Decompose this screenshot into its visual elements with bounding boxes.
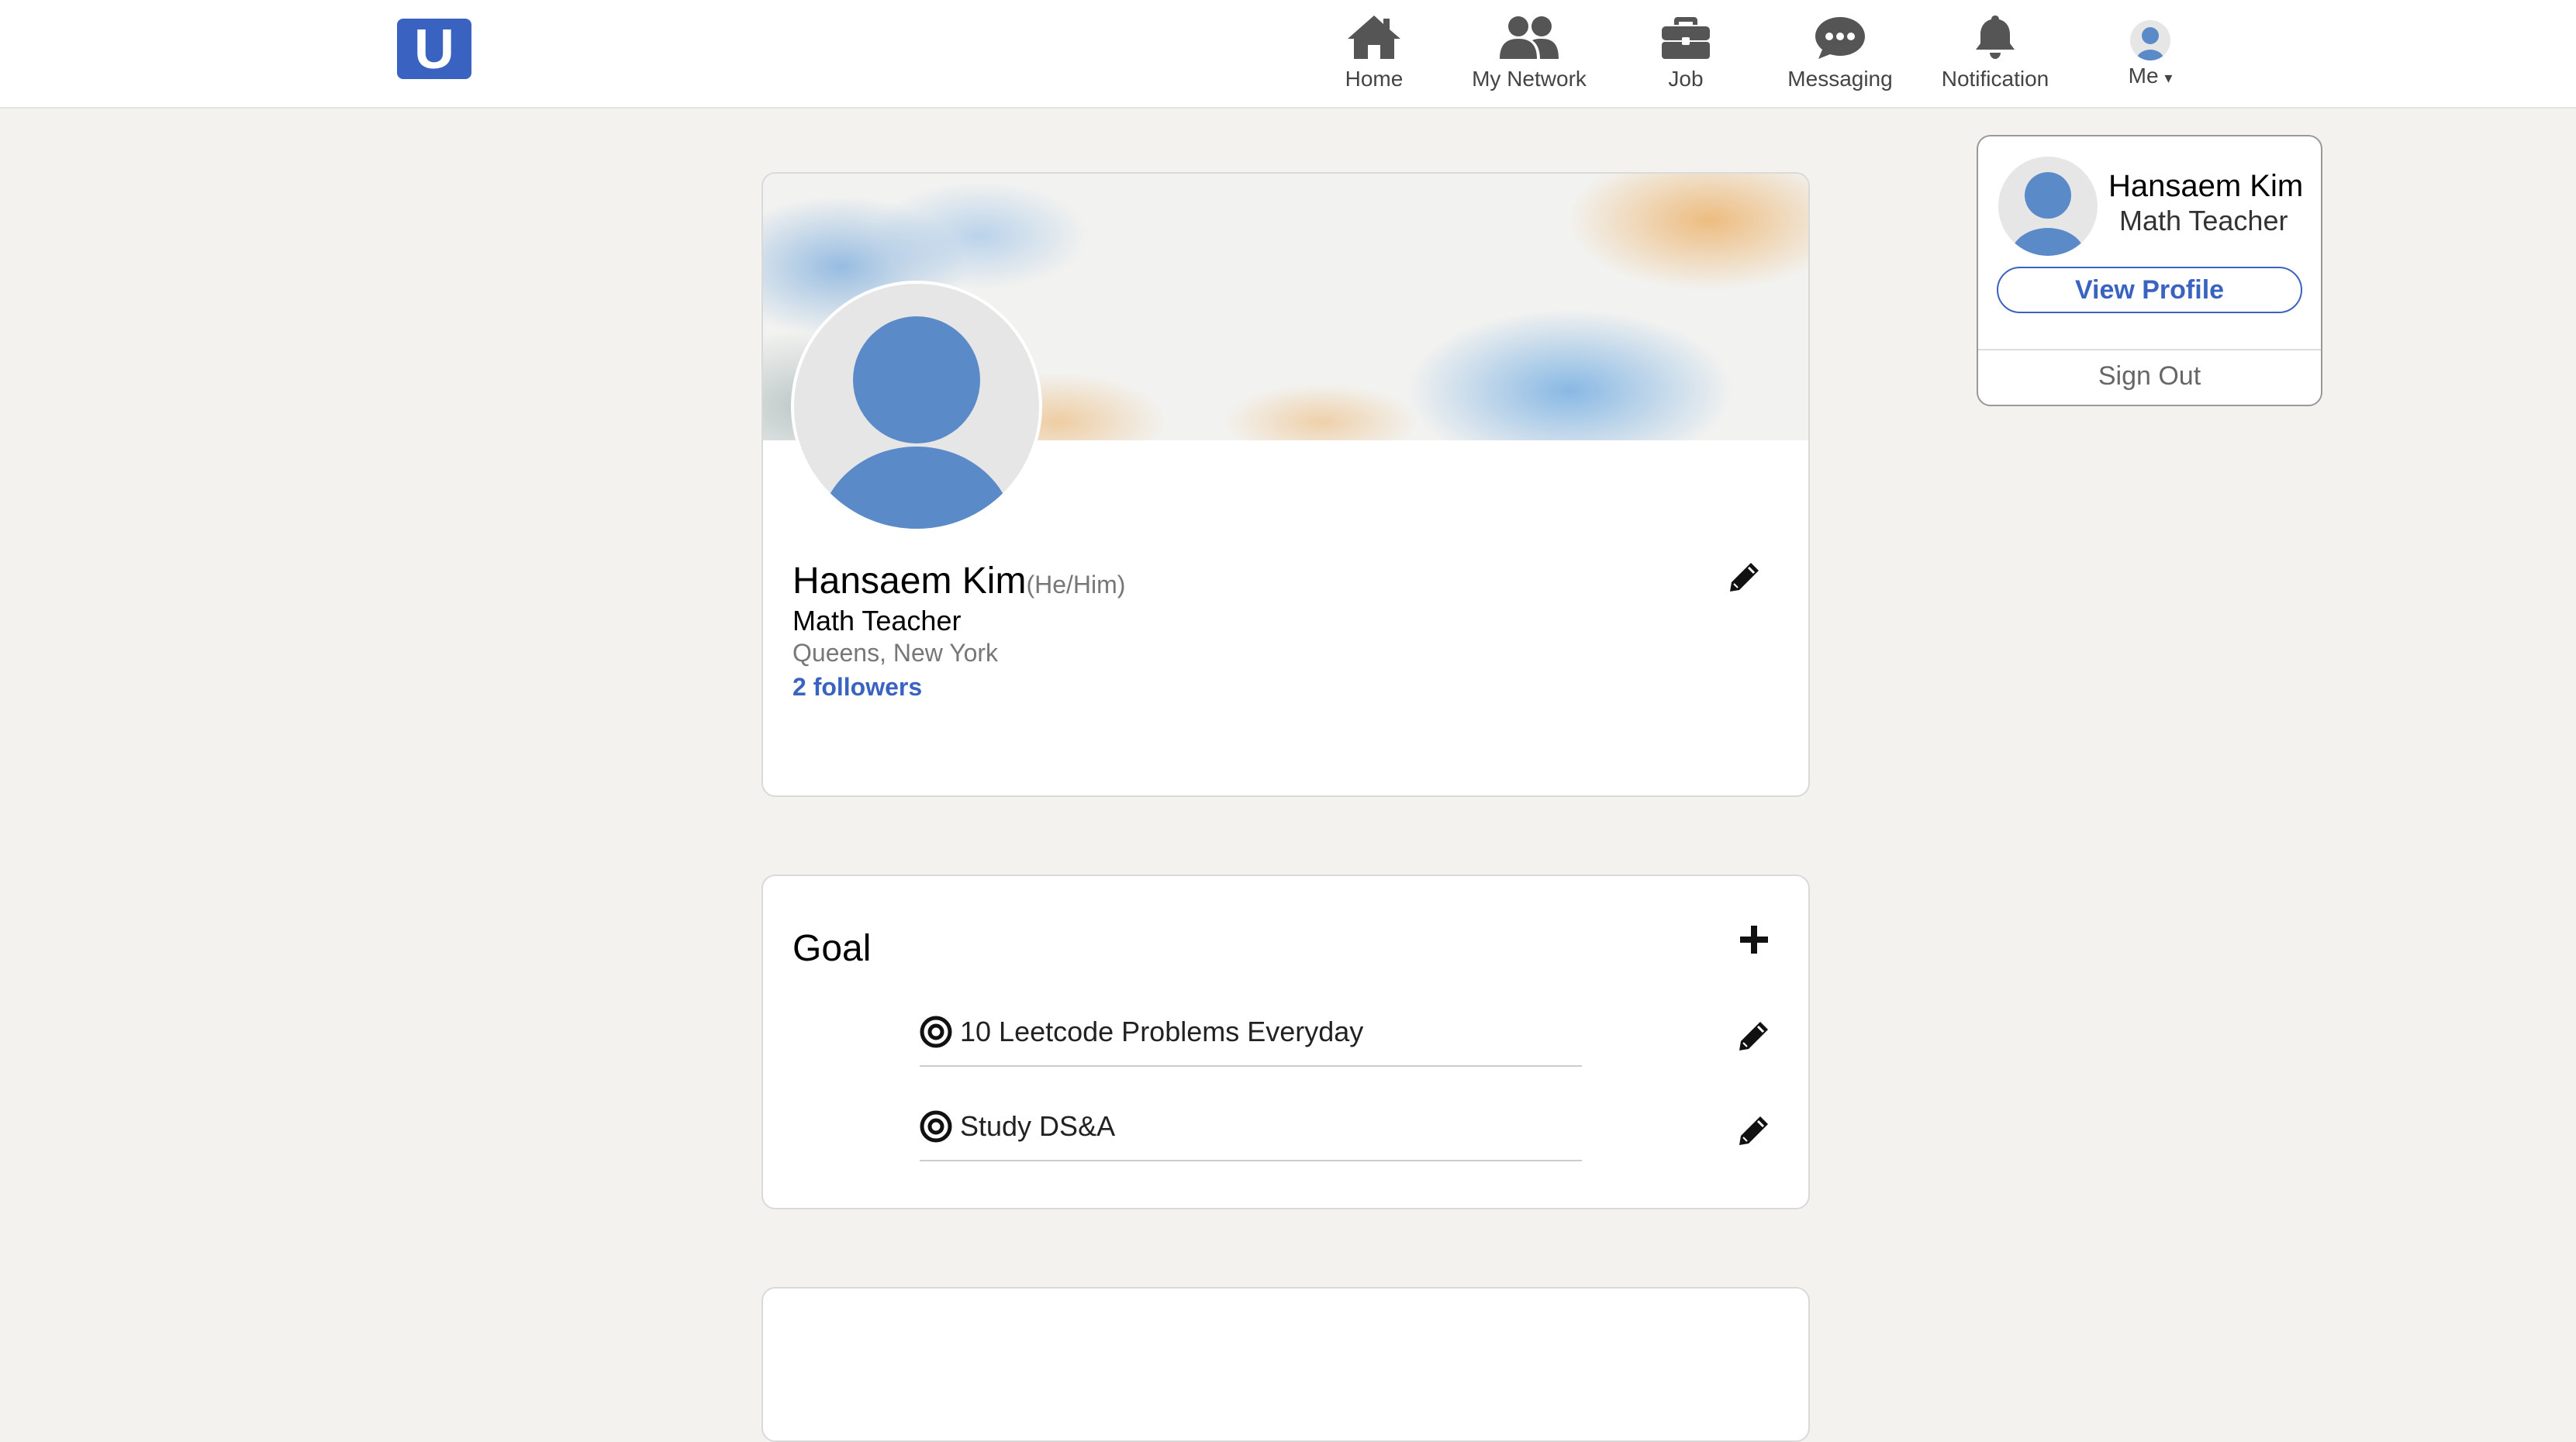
home-icon [1348,16,1400,59]
avatar [1998,157,2098,256]
target-icon [920,1110,952,1143]
profile-title: Math Teacher [792,605,962,636]
goal-item-text: Study DS&A [960,1110,1116,1142]
me-avatar [2130,20,2170,60]
add-goal-plus-icon[interactable] [1737,923,1771,957]
nav-messaging-label: Messaging [1787,67,1893,91]
nav-me-menu[interactable]: Me ▾ [2117,14,2184,99]
nav-my-network-label: My Network [1472,67,1587,91]
bell-icon [1976,16,2015,59]
profile-name-row: Hansaem Kim(He/Him) [792,560,1125,602]
profile-card: Hansaem Kim(He/Him) Math Teacher Queens,… [761,172,1810,797]
nav-notification[interactable]: Notification [1939,14,2052,99]
nav-job-label: Job [1668,67,1704,91]
nav-home[interactable]: Home [1335,14,1413,99]
chevron-down-icon: ▾ [2164,70,2173,87]
list-item: Study DS&A [920,1102,1582,1161]
dropdown-user-name: Hansaem Kim [2108,169,2304,203]
nav-my-network[interactable]: My Network [1467,14,1591,99]
edit-profile-pencil-icon[interactable] [1728,560,1762,594]
app-logo[interactable]: U [397,19,471,81]
next-section-card [761,1287,1810,1442]
profile-name: Hansaem Kim [792,561,1027,602]
messaging-icon [1815,17,1865,59]
list-item: 10 Leetcode Problems Everyday [920,1008,1582,1067]
top-navigation-bar: U Home My Network Job Messaging Notifica… [0,0,2576,109]
nav-home-label: Home [1345,67,1404,91]
edit-goal-pencil-icon[interactable] [1737,1113,1771,1147]
nav-me-label: Me ▾ [2128,64,2173,88]
target-icon [920,1016,952,1048]
profile-location: Queens, New York [792,639,999,667]
profile-avatar[interactable] [791,281,1042,532]
nav-notification-label: Notification [1941,67,2049,91]
goal-item-text: 10 Leetcode Problems Everyday [960,1016,1364,1047]
network-icon [1500,16,1559,59]
edit-goal-pencil-icon[interactable] [1737,1019,1771,1053]
briefcase-icon [1662,17,1710,59]
view-profile-button[interactable]: View Profile [1997,267,2302,313]
goal-heading: Goal [792,928,872,969]
goal-card: Goal 10 Leetcode Problems Everyday Study… [761,875,1810,1209]
nav-job[interactable]: Job [1647,14,1725,99]
followers-link[interactable]: 2 followers [792,673,922,702]
dropdown-divider [1978,349,2321,350]
nav-messaging[interactable]: Messaging [1785,14,1895,99]
me-dropdown-menu: Hansaem Kim Math Teacher View Profile Si… [1977,135,2322,406]
dropdown-user-title: Math Teacher [2119,205,2288,236]
sign-out-button[interactable]: Sign Out [1978,361,2321,392]
profile-pronouns: (He/Him) [1026,571,1126,599]
